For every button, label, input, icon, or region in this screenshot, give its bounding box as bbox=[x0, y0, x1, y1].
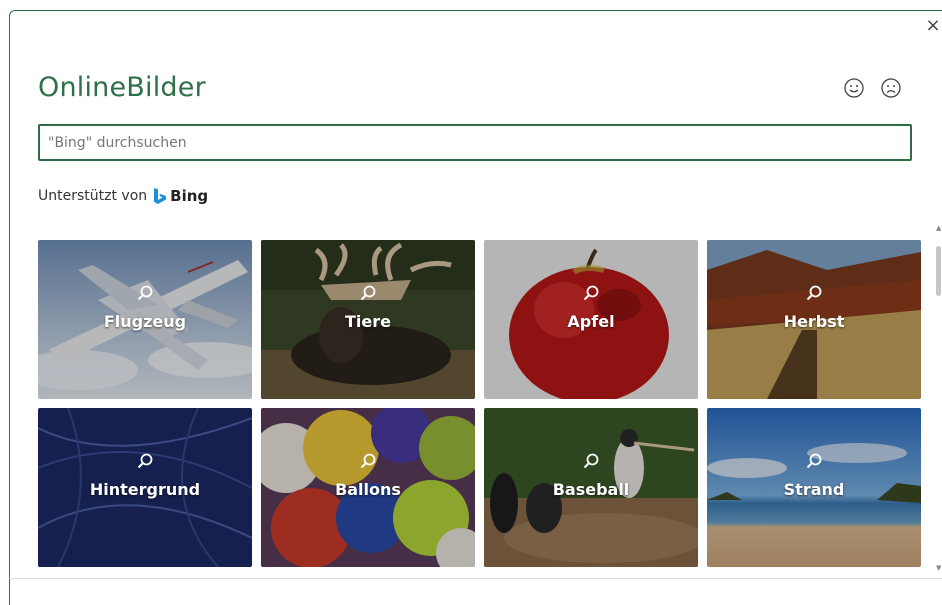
dialog-title: OnlineBilder bbox=[38, 72, 206, 103]
frown-feedback-icon[interactable] bbox=[880, 77, 902, 99]
search-icon bbox=[583, 453, 599, 469]
category-grid: Flugzeug Tiere Apfel Herbst Hintergrund … bbox=[38, 240, 922, 570]
scroll-up-arrow-icon[interactable]: ▲ bbox=[936, 224, 942, 232]
category-label: Flugzeug bbox=[103, 312, 187, 331]
category-label: Apfel bbox=[567, 312, 615, 331]
category-tile-tiere[interactable]: Tiere bbox=[261, 240, 475, 399]
category-tile-strand[interactable]: Strand bbox=[707, 408, 921, 567]
category-label: Herbst bbox=[783, 312, 845, 331]
search-icon bbox=[360, 453, 376, 469]
bing-logo-icon bbox=[153, 187, 167, 205]
category-tile-flugzeug[interactable]: Flugzeug bbox=[38, 240, 252, 399]
scroll-thumb[interactable] bbox=[936, 246, 941, 296]
footer-divider bbox=[9, 578, 942, 579]
bing-brand-text: Bing bbox=[170, 187, 209, 205]
search-icon bbox=[137, 453, 153, 469]
powered-by-bing: Unterstützt von Bing bbox=[38, 187, 208, 205]
smile-feedback-icon[interactable] bbox=[843, 77, 865, 99]
category-label: Hintergrund bbox=[89, 480, 201, 499]
category-tile-baseball[interactable]: Baseball bbox=[484, 408, 698, 567]
category-label: Strand bbox=[783, 480, 845, 499]
category-tile-ballons[interactable]: Ballons bbox=[261, 408, 475, 567]
category-tile-apfel[interactable]: Apfel bbox=[484, 240, 698, 399]
powered-by-text: Unterstützt von bbox=[38, 188, 148, 204]
search-icon bbox=[806, 453, 822, 469]
search-icon bbox=[583, 285, 599, 301]
search-icon bbox=[137, 285, 153, 301]
category-label: Tiere bbox=[345, 312, 391, 331]
bing-search-input[interactable] bbox=[38, 124, 912, 161]
category-tile-herbst[interactable]: Herbst bbox=[707, 240, 921, 399]
close-button[interactable]: × bbox=[924, 15, 942, 37]
search-icon bbox=[806, 285, 822, 301]
vertical-scrollbar[interactable]: ▲ ▼ bbox=[936, 224, 942, 572]
search-icon bbox=[360, 285, 376, 301]
scroll-down-arrow-icon[interactable]: ▼ bbox=[936, 564, 942, 572]
category-tile-hintergrund[interactable]: Hintergrund bbox=[38, 408, 252, 567]
category-label: Ballons bbox=[335, 480, 401, 499]
category-label: Baseball bbox=[552, 480, 630, 499]
